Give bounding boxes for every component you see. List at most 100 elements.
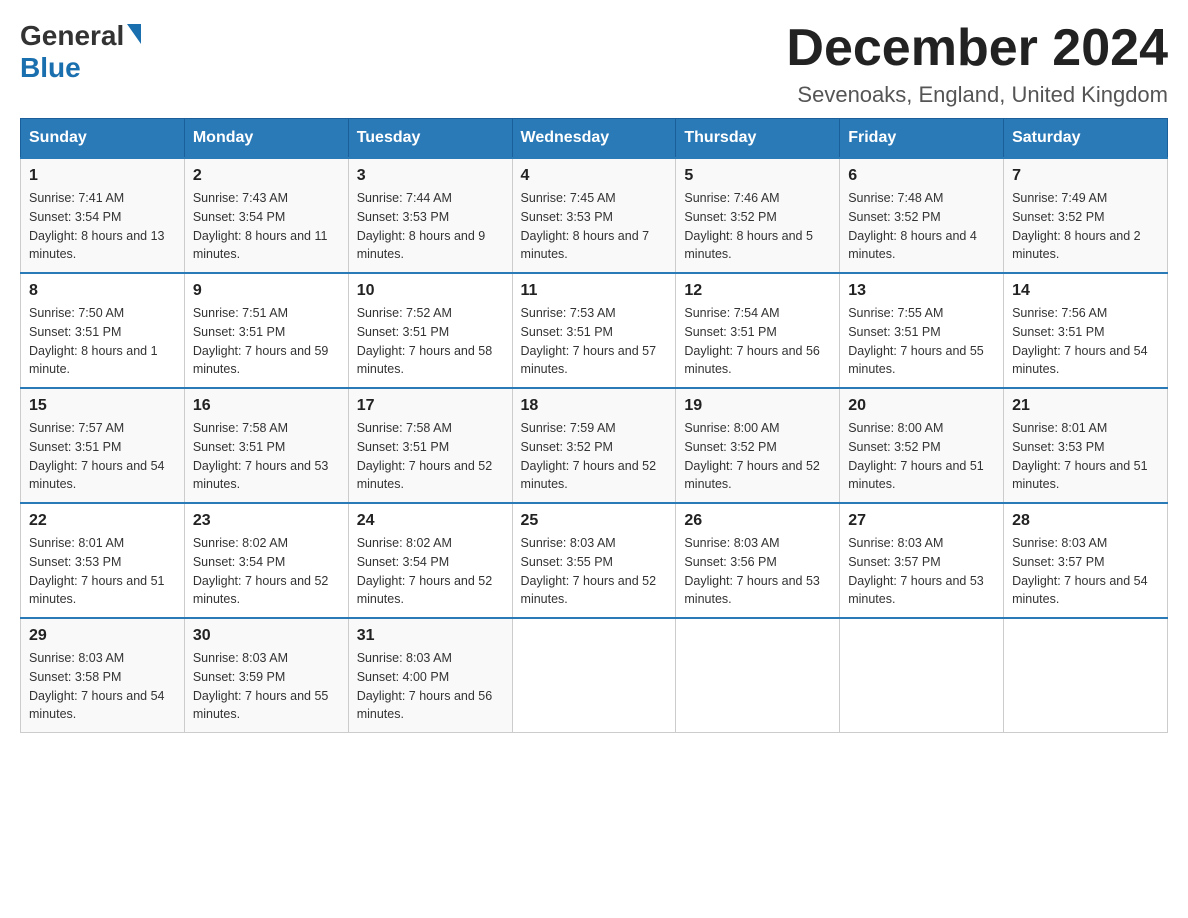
day-info: Sunrise: 7:55 AMSunset: 3:51 PMDaylight:…: [848, 304, 995, 379]
calendar-cell: 27 Sunrise: 8:03 AMSunset: 3:57 PMDayligh…: [840, 503, 1004, 618]
day-number: 30: [193, 627, 340, 645]
calendar-week-row: 29 Sunrise: 8:03 AMSunset: 3:58 PMDayligh…: [21, 618, 1168, 733]
day-info: Sunrise: 8:03 AMSunset: 3:59 PMDaylight:…: [193, 649, 340, 724]
calendar-cell: 4 Sunrise: 7:45 AMSunset: 3:53 PMDaylight…: [512, 158, 676, 273]
subtitle: Sevenoaks, England, United Kingdom: [786, 82, 1168, 108]
calendar-header-monday: Monday: [184, 119, 348, 159]
calendar-cell: 6 Sunrise: 7:48 AMSunset: 3:52 PMDaylight…: [840, 158, 1004, 273]
day-info: Sunrise: 7:59 AMSunset: 3:52 PMDaylight:…: [521, 419, 668, 494]
day-info: Sunrise: 8:02 AMSunset: 3:54 PMDaylight:…: [357, 534, 504, 609]
day-number: 19: [684, 397, 831, 415]
day-info: Sunrise: 7:43 AMSunset: 3:54 PMDaylight:…: [193, 189, 340, 264]
calendar-header-tuesday: Tuesday: [348, 119, 512, 159]
day-info: Sunrise: 8:03 AMSunset: 3:56 PMDaylight:…: [684, 534, 831, 609]
calendar-cell: 16Sunrise: 7:58 AMSunset: 3:51 PMDayligh…: [184, 388, 348, 503]
title-section: December 2024 Sevenoaks, England, United…: [786, 20, 1168, 108]
day-info: Sunrise: 7:45 AMSunset: 3:53 PMDaylight:…: [521, 189, 668, 264]
day-number: 10: [357, 282, 504, 300]
day-info: Sunrise: 7:56 AMSunset: 3:51 PMDaylight:…: [1012, 304, 1159, 379]
calendar-week-row: 8 Sunrise: 7:50 AMSunset: 3:51 PMDaylight…: [21, 273, 1168, 388]
day-info: Sunrise: 7:53 AMSunset: 3:51 PMDaylight:…: [521, 304, 668, 379]
calendar-cell: 28Sunrise: 8:03 AMSunset: 3:57 PMDayligh…: [1004, 503, 1168, 618]
logo-blue-text: Blue: [20, 52, 81, 84]
calendar-cell: [676, 618, 840, 733]
day-number: 7: [1012, 167, 1159, 185]
page-header: General Blue December 2024 Sevenoaks, En…: [20, 20, 1168, 108]
calendar-cell: 21Sunrise: 8:01 AMSunset: 3:53 PMDayligh…: [1004, 388, 1168, 503]
logo-general-text: General: [20, 20, 124, 52]
day-number: 22: [29, 512, 176, 530]
calendar-cell: 1Sunrise: 7:41 AMSunset: 3:54 PMDaylight…: [21, 158, 185, 273]
calendar-week-row: 22 Sunrise: 8:01 AMSunset: 3:53 PMDayligh…: [21, 503, 1168, 618]
day-info: Sunrise: 8:01 AMSunset: 3:53 PMDaylight:…: [29, 534, 176, 609]
calendar-cell: 25Sunrise: 8:03 AMSunset: 3:55 PMDayligh…: [512, 503, 676, 618]
calendar-cell: 19 Sunrise: 8:00 AMSunset: 3:52 PMDayligh…: [676, 388, 840, 503]
calendar-header-sunday: Sunday: [21, 119, 185, 159]
day-number: 3: [357, 167, 504, 185]
day-info: Sunrise: 8:00 AMSunset: 3:52 PMDaylight:…: [684, 419, 831, 494]
calendar-cell: 8 Sunrise: 7:50 AMSunset: 3:51 PMDaylight…: [21, 273, 185, 388]
day-number: 8: [29, 282, 176, 300]
day-number: 16: [193, 397, 340, 415]
calendar-cell: 14 Sunrise: 7:56 AMSunset: 3:51 PMDayligh…: [1004, 273, 1168, 388]
day-number: 23: [193, 512, 340, 530]
day-info: Sunrise: 7:44 AMSunset: 3:53 PMDaylight:…: [357, 189, 504, 264]
logo-triangle-icon: [127, 24, 141, 44]
calendar-cell: 15 Sunrise: 7:57 AMSunset: 3:51 PMDayligh…: [21, 388, 185, 503]
calendar-cell: 5 Sunrise: 7:46 AMSunset: 3:52 PMDaylight…: [676, 158, 840, 273]
day-number: 9: [193, 282, 340, 300]
day-info: Sunrise: 8:03 AMSunset: 3:58 PMDaylight:…: [29, 649, 176, 724]
day-number: 31: [357, 627, 504, 645]
main-title: December 2024: [786, 20, 1168, 77]
calendar-cell: 17Sunrise: 7:58 AMSunset: 3:51 PMDayligh…: [348, 388, 512, 503]
calendar-cell: 9 Sunrise: 7:51 AMSunset: 3:51 PMDaylight…: [184, 273, 348, 388]
day-number: 11: [521, 282, 668, 300]
day-number: 21: [1012, 397, 1159, 415]
calendar-header-thursday: Thursday: [676, 119, 840, 159]
logo: General Blue: [20, 20, 141, 84]
calendar-cell: 7 Sunrise: 7:49 AMSunset: 3:52 PMDaylight…: [1004, 158, 1168, 273]
day-info: Sunrise: 7:41 AMSunset: 3:54 PMDaylight:…: [29, 189, 176, 264]
day-number: 26: [684, 512, 831, 530]
day-number: 27: [848, 512, 995, 530]
calendar-cell: 23 Sunrise: 8:02 AMSunset: 3:54 PMDayligh…: [184, 503, 348, 618]
day-number: 5: [684, 167, 831, 185]
day-info: Sunrise: 7:48 AMSunset: 3:52 PMDaylight:…: [848, 189, 995, 264]
calendar-header-friday: Friday: [840, 119, 1004, 159]
calendar-cell: 13Sunrise: 7:55 AMSunset: 3:51 PMDayligh…: [840, 273, 1004, 388]
calendar-cell: 18 Sunrise: 7:59 AMSunset: 3:52 PMDayligh…: [512, 388, 676, 503]
day-info: Sunrise: 7:58 AMSunset: 3:51 PMDaylight:…: [357, 419, 504, 494]
day-info: Sunrise: 7:46 AMSunset: 3:52 PMDaylight:…: [684, 189, 831, 264]
day-info: Sunrise: 7:49 AMSunset: 3:52 PMDaylight:…: [1012, 189, 1159, 264]
day-info: Sunrise: 8:03 AMSunset: 3:57 PMDaylight:…: [848, 534, 995, 609]
calendar-cell: 2 Sunrise: 7:43 AMSunset: 3:54 PMDaylight…: [184, 158, 348, 273]
day-info: Sunrise: 8:02 AMSunset: 3:54 PMDaylight:…: [193, 534, 340, 609]
calendar-header-wednesday: Wednesday: [512, 119, 676, 159]
day-info: Sunrise: 7:52 AMSunset: 3:51 PMDaylight:…: [357, 304, 504, 379]
day-info: Sunrise: 7:51 AMSunset: 3:51 PMDaylight:…: [193, 304, 340, 379]
day-number: 14: [1012, 282, 1159, 300]
calendar-week-row: 1Sunrise: 7:41 AMSunset: 3:54 PMDaylight…: [21, 158, 1168, 273]
calendar-cell: [840, 618, 1004, 733]
day-info: Sunrise: 7:54 AMSunset: 3:51 PMDaylight:…: [684, 304, 831, 379]
calendar-table: SundayMondayTuesdayWednesdayThursdayFrid…: [20, 118, 1168, 733]
calendar-cell: 30 Sunrise: 8:03 AMSunset: 3:59 PMDayligh…: [184, 618, 348, 733]
day-number: 18: [521, 397, 668, 415]
day-number: 4: [521, 167, 668, 185]
day-number: 2: [193, 167, 340, 185]
day-info: Sunrise: 7:50 AMSunset: 3:51 PMDaylight:…: [29, 304, 176, 379]
calendar-cell: 10 Sunrise: 7:52 AMSunset: 3:51 PMDayligh…: [348, 273, 512, 388]
day-number: 15: [29, 397, 176, 415]
day-info: Sunrise: 8:03 AMSunset: 3:55 PMDaylight:…: [521, 534, 668, 609]
day-info: Sunrise: 7:57 AMSunset: 3:51 PMDaylight:…: [29, 419, 176, 494]
day-info: Sunrise: 8:00 AMSunset: 3:52 PMDaylight:…: [848, 419, 995, 494]
day-number: 29: [29, 627, 176, 645]
calendar-header-saturday: Saturday: [1004, 119, 1168, 159]
calendar-cell: 12Sunrise: 7:54 AMSunset: 3:51 PMDayligh…: [676, 273, 840, 388]
calendar-cell: 24Sunrise: 8:02 AMSunset: 3:54 PMDayligh…: [348, 503, 512, 618]
calendar-cell: 29 Sunrise: 8:03 AMSunset: 3:58 PMDayligh…: [21, 618, 185, 733]
calendar-week-row: 15 Sunrise: 7:57 AMSunset: 3:51 PMDayligh…: [21, 388, 1168, 503]
calendar-cell: 20 Sunrise: 8:00 AMSunset: 3:52 PMDayligh…: [840, 388, 1004, 503]
day-number: 6: [848, 167, 995, 185]
day-number: 20: [848, 397, 995, 415]
